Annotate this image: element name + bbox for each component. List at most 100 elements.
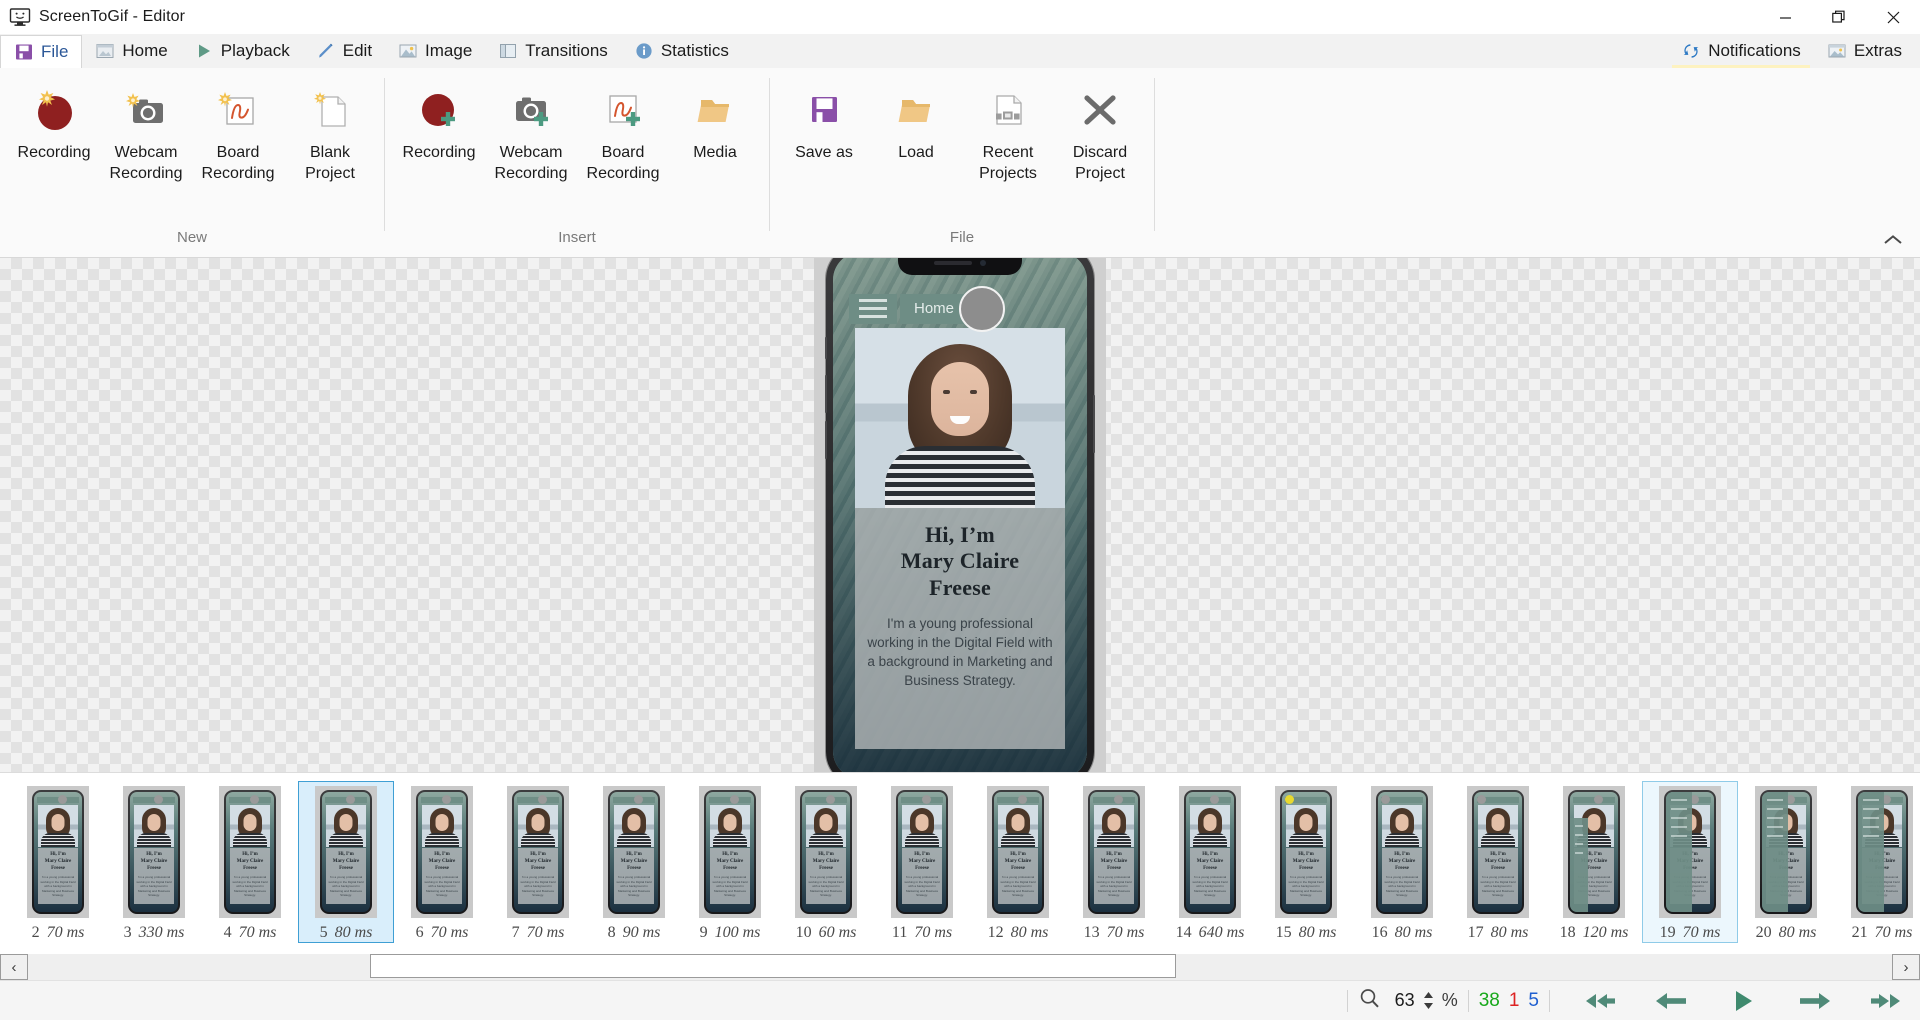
zoom-control[interactable]: 63 % <box>1358 987 1458 1015</box>
frame-thumbnail[interactable]: Hi, I’mMary ClaireFreeseI'm a young prof… <box>27 786 89 918</box>
frame-thumbnail[interactable]: Hi, I’mMary ClaireFreeseI'm a young prof… <box>507 786 569 918</box>
insert-webcam-recording-button[interactable]: Webcam Recording <box>485 78 577 226</box>
frame-thumbnail[interactable]: Hi, I’mMary ClaireFreeseI'm a young prof… <box>315 786 377 918</box>
frame-duration: 70 ms <box>431 924 469 942</box>
tab-file[interactable]: File <box>0 35 82 69</box>
frame-thumbnail[interactable]: Hi, I’mMary ClaireFreeseI'm a young prof… <box>1467 786 1529 918</box>
filmstrip-frame[interactable]: Hi, I’mMary ClaireFreeseI'm a young prof… <box>1546 781 1642 943</box>
frame-thumbnail[interactable]: Hi, I’mMary ClaireFreeseI'm a young prof… <box>219 786 281 918</box>
frame-thumbnail[interactable]: Hi, I’mMary ClaireFreeseI'm a young prof… <box>1083 786 1145 918</box>
insert-board-recording-button[interactable]: Board Recording <box>577 78 669 226</box>
new-board-label-line2: Recording <box>202 165 275 182</box>
frame-thumbnail[interactable]: Hi, I’mMary ClaireFreeseI'm a young prof… <box>1659 786 1721 918</box>
frame-thumbnail[interactable]: Hi, I’mMary ClaireFreeseI'm a young prof… <box>1179 786 1241 918</box>
preview-canvas[interactable]: Home Hi, I’m Mary Claire Freese I'm <box>0 258 1920 772</box>
new-recording-button[interactable]: Recording <box>8 78 100 226</box>
filmstrip-frame[interactable]: Hi, I’mMary ClaireFreeseI'm a young prof… <box>1642 781 1738 943</box>
insert-media-button[interactable]: Media <box>669 78 761 226</box>
filmstrip-frame[interactable]: Hi, I’mMary ClaireFreeseI'm a young prof… <box>682 781 778 943</box>
filmstrip-frame[interactable]: Hi, I’mMary ClaireFreeseI'm a young prof… <box>1738 781 1834 943</box>
frame-thumbnail[interactable]: Hi, I’mMary ClaireFreeseI'm a young prof… <box>1275 786 1337 918</box>
filmstrip-frame[interactable]: Hi, I’mMary ClaireFreeseI'm a young prof… <box>1354 781 1450 943</box>
frame-thumbnail[interactable]: Hi, I’mMary ClaireFreeseI'm a young prof… <box>1851 786 1913 918</box>
frame-number: 3 <box>124 924 132 942</box>
scroll-right-button[interactable]: › <box>1892 954 1920 980</box>
close-button[interactable] <box>1866 0 1920 34</box>
filmstrip-frame[interactable]: Hi, I’mMary ClaireFreeseI'm a young prof… <box>1834 781 1920 943</box>
hamburger-menu-icon[interactable] <box>849 294 897 324</box>
first-frame-icon[interactable] <box>1578 986 1620 1016</box>
frame-thumbnail[interactable]: Hi, I’mMary ClaireFreeseI'm a young prof… <box>1755 786 1817 918</box>
frame-thumbnail[interactable]: Hi, I’mMary ClaireFreeseI'm a young prof… <box>795 786 857 918</box>
insert-recording-button[interactable]: Recording <box>393 78 485 226</box>
frame-thumbnail[interactable]: Hi, I’mMary ClaireFreeseI'm a young prof… <box>1371 786 1433 918</box>
magnifier-icon[interactable] <box>1358 987 1381 1015</box>
maximize-restore-button[interactable] <box>1812 0 1866 34</box>
new-board-recording-button[interactable]: Board Recording <box>192 78 284 226</box>
frame-thumbnail[interactable]: Hi, I’mMary ClaireFreeseI'm a young prof… <box>411 786 473 918</box>
filmstrip-frame[interactable]: Hi, I’mMary ClaireFreeseI'm a young prof… <box>10 781 106 943</box>
new-webcam-recording-button[interactable]: Webcam Recording <box>100 78 192 226</box>
recent-projects-button[interactable]: Recent Projects <box>962 78 1054 226</box>
filmstrip-frame[interactable]: Hi, I’mMary ClaireFreeseI'm a young prof… <box>778 781 874 943</box>
portrait-face <box>1492 814 1505 831</box>
scrollbar-thumb[interactable] <box>370 954 1176 978</box>
phone-screen-thumb: Hi, I’mMary ClaireFreeseI'm a young prof… <box>994 792 1042 912</box>
frame-thumbnail[interactable]: Hi, I’mMary ClaireFreeseI'm a young prof… <box>603 786 665 918</box>
filmstrip-frame[interactable]: Hi, I’mMary ClaireFreeseI'm a young prof… <box>874 781 970 943</box>
filmstrip-frame[interactable]: Hi, I’mMary ClaireFreeseI'm a young prof… <box>1258 781 1354 943</box>
site-intro-paragraph-thumb: I'm a young professional working in the … <box>326 875 366 898</box>
frame-thumbnail[interactable]: Hi, I’mMary ClaireFreeseI'm a young prof… <box>1563 786 1625 918</box>
site-heading-line2-thumb: Mary Claire <box>38 859 78 866</box>
frame-thumbnail[interactable]: Hi, I’mMary ClaireFreeseI'm a young prof… <box>699 786 761 918</box>
filmstrip-scrollbar[interactable]: ‹ › <box>0 954 1920 980</box>
frame-thumbnail[interactable]: Hi, I’mMary ClaireFreeseI'm a young prof… <box>987 786 1049 918</box>
frame-thumbnail[interactable]: Hi, I’mMary ClaireFreeseI'm a young prof… <box>891 786 953 918</box>
blank-project-button[interactable]: Blank Project <box>284 78 376 226</box>
filmstrip-frame[interactable]: Hi, I’mMary ClaireFreeseI'm a young prof… <box>586 781 682 943</box>
filmstrip-frame[interactable]: Hi, I’mMary ClaireFreeseI'm a young prof… <box>970 781 1066 943</box>
filmstrip-frame[interactable]: Hi, I’mMary ClaireFreeseI'm a young prof… <box>1162 781 1258 943</box>
tab-transitions[interactable]: Transitions <box>485 34 621 68</box>
filmstrip-frame[interactable]: Hi, I’mMary ClaireFreeseI'm a young prof… <box>490 781 586 943</box>
tab-notifications[interactable]: Notifications <box>1668 34 1814 68</box>
frame-thumbnail[interactable]: Hi, I’mMary ClaireFreeseI'm a young prof… <box>123 786 185 918</box>
filmstrip-frame[interactable]: Hi, I’mMary ClaireFreeseI'm a young prof… <box>106 781 202 943</box>
minimize-button[interactable] <box>1758 0 1812 34</box>
save-as-button[interactable]: Save as <box>778 78 870 226</box>
phone-speaker-icon <box>934 261 972 265</box>
tab-edit[interactable]: Edit <box>303 34 385 68</box>
filmstrip-frame[interactable]: Hi, I’mMary ClaireFreeseI'm a young prof… <box>1450 781 1546 943</box>
play-icon[interactable] <box>1722 986 1764 1016</box>
discard-project-button[interactable]: Discard Project <box>1054 78 1146 226</box>
next-frame-icon[interactable] <box>1794 986 1836 1016</box>
filmstrip-frame[interactable]: Hi, I’mMary ClaireFreeseI'm a young prof… <box>1066 781 1162 943</box>
tab-extras[interactable]: Extras <box>1814 34 1920 68</box>
new-board-label-line1: Board <box>217 144 260 161</box>
chevron-up-icon[interactable] <box>1880 229 1906 251</box>
filmstrip-frame[interactable]: Hi, I’mMary ClaireFreeseI'm a young prof… <box>298 781 394 943</box>
load-button[interactable]: Load <box>870 78 962 226</box>
filmstrip-frame[interactable]: Hi, I’mMary ClaireFreeseI'm a young prof… <box>394 781 490 943</box>
site-nav-home-link[interactable]: Home <box>900 294 968 324</box>
previous-frame-icon[interactable] <box>1650 986 1692 1016</box>
frame-number: 15 <box>1276 924 1292 942</box>
tab-playback[interactable]: Playback <box>181 34 303 68</box>
tab-statistics[interactable]: Statistics <box>621 34 742 68</box>
tab-image[interactable]: Image <box>385 34 485 68</box>
zoom-value[interactable]: 63 <box>1389 990 1415 1011</box>
playback-controls[interactable] <box>1574 986 1908 1016</box>
last-frame-icon[interactable] <box>1866 986 1908 1016</box>
insert-recording-icon <box>410 84 468 138</box>
filmstrip-frame[interactable]: Hi, I’mMary ClaireFreeseI'm a young prof… <box>202 781 298 943</box>
tab-home[interactable]: Home <box>82 34 180 68</box>
portrait-striped-shirt <box>329 833 363 847</box>
frame-filmstrip[interactable]: Hi, I’mMary ClaireFreeseI'm a young prof… <box>0 772 1920 954</box>
site-intro-paragraph-thumb: I'm a young professional working in the … <box>710 875 750 898</box>
scroll-left-button[interactable]: ‹ <box>0 954 28 980</box>
frame-duration: 80 ms <box>1395 924 1433 942</box>
scrollbar-track[interactable] <box>28 954 1892 980</box>
tab-playback-label: Playback <box>221 41 290 61</box>
phone-screen-thumb: Hi, I’mMary ClaireFreeseI'm a young prof… <box>802 792 850 912</box>
zoom-stepper[interactable] <box>1423 991 1434 1010</box>
